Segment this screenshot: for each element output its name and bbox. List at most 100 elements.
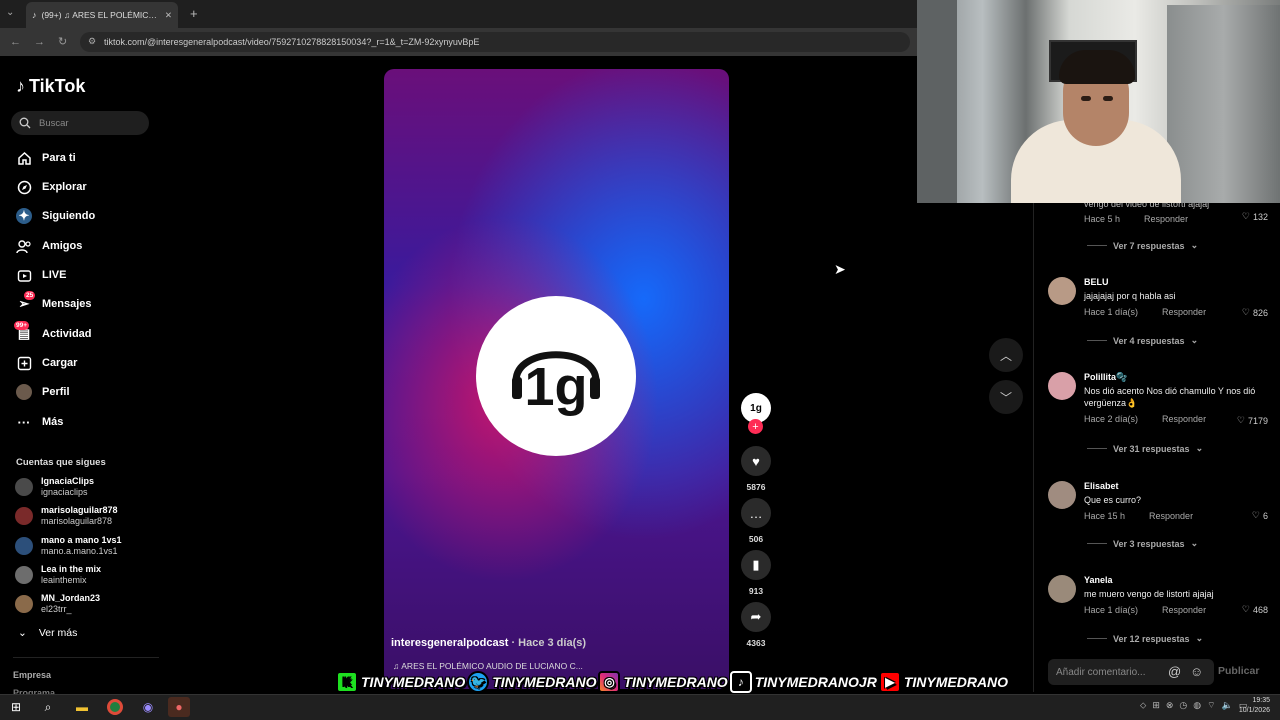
youtube-handle-text: TINYMEDRANO — [903, 674, 1009, 690]
tray-icon[interactable]: ⬦ — [1140, 700, 1146, 711]
following-account[interactable]: MN_Jordan23 el23trr_ — [15, 593, 100, 615]
nav-item-explorar[interactable]: Explorar — [16, 177, 87, 197]
comment-user[interactable]: BELU — [1084, 277, 1274, 288]
nav-item-perfil[interactable]: Perfil — [16, 382, 70, 402]
following-account[interactable]: mano a mano 1vs1 mano.a.mano.1vs1 — [15, 535, 122, 557]
account-name: Lea in the mix — [41, 564, 102, 574]
activity-badge: 99+ — [14, 321, 30, 330]
messages-badge: 25 — [24, 291, 36, 300]
following-account[interactable]: Lea in the mix leainthemix — [15, 564, 101, 586]
reply-button[interactable]: Responder — [1162, 605, 1206, 615]
view-replies-button[interactable]: Ver 7 respuestas ⌄ — [1087, 240, 1198, 251]
mention-icon[interactable]: @ — [1168, 664, 1181, 679]
avatar[interactable] — [1048, 575, 1076, 603]
next-video-button[interactable]: ﹀ — [989, 380, 1023, 414]
profile-icon — [16, 384, 32, 400]
follow-plus-icon[interactable]: + — [748, 419, 763, 434]
account-name: mano a mano 1vs1 — [41, 535, 122, 545]
obs-icon[interactable]: ● — [168, 697, 190, 717]
taskbar-clock[interactable]: 19:35 10/1/2026 — [1232, 696, 1270, 716]
comment-button[interactable]: … 506 — [741, 498, 771, 544]
comment-user[interactable]: Polillita🫧 — [1084, 372, 1274, 383]
avatar[interactable] — [1048, 372, 1076, 400]
kick-handle-text: TINYMEDRANO — [361, 674, 466, 690]
emoji-icon[interactable]: ☺ — [1190, 664, 1203, 679]
tray-icon[interactable]: ⊞ — [1152, 700, 1160, 711]
nav-item-mas[interactable]: ··· Más — [16, 412, 64, 432]
tiktok-logo[interactable]: ♪ TikTok — [16, 76, 85, 97]
following-account[interactable]: IgnaciaClips ignaciaclips — [15, 476, 94, 498]
search-icon[interactable]: ⌕ — [37, 697, 59, 717]
chrome-icon[interactable] — [107, 699, 123, 715]
comment-like-button[interactable]: ♡ 468 — [1242, 604, 1268, 615]
reply-button[interactable]: Responder — [1144, 214, 1188, 224]
forward-icon[interactable]: → — [34, 36, 45, 48]
search-input[interactable]: Buscar — [11, 111, 149, 135]
browser-tab[interactable]: ♪ (99+) ♫ ARES EL POLÉMICO AUDIO DE ✕ — [26, 2, 178, 28]
publish-button[interactable]: Publicar — [1218, 665, 1259, 677]
nav-label: LIVE — [42, 269, 67, 281]
address-bar[interactable]: ⚙ tiktok.com/@interesgeneralpodcast/vide… — [80, 32, 910, 52]
file-explorer-icon[interactable]: ▬ — [71, 697, 93, 717]
share-icon: ➦ — [741, 602, 771, 632]
account-handle: ignaciaclips — [41, 487, 88, 497]
nav-item-siguiendo[interactable]: ✦ Siguiendo — [16, 206, 95, 226]
like-button[interactable]: ♥ 5876 — [741, 446, 771, 492]
compass-icon — [16, 179, 32, 195]
comment-input[interactable]: Añadir comentario... @ ☺ — [1048, 659, 1214, 685]
tray-icon[interactable]: ◷ — [1179, 700, 1187, 711]
save-button[interactable]: ▮ 913 — [741, 550, 771, 596]
comment-like-button[interactable]: ♡ 7179 — [1237, 415, 1268, 426]
see-more-button[interactable]: ⌄ Ver más — [18, 627, 77, 639]
nav-item-live[interactable]: LIVE — [16, 265, 66, 285]
discord-icon[interactable]: ◉ — [137, 697, 159, 717]
comment-time: Hace 1 día(s) — [1084, 307, 1139, 317]
share-button[interactable]: ➦ 4363 — [741, 602, 771, 648]
comment-like-button[interactable]: ♡ 826 — [1242, 307, 1268, 318]
nav-item-cargar[interactable]: Cargar — [16, 353, 77, 373]
comment-user[interactable]: Yanela — [1084, 575, 1274, 586]
view-replies-button[interactable]: Ver 12 respuestas ⌄ — [1087, 633, 1203, 644]
nav-item-amigos[interactable]: Amigos — [16, 236, 82, 256]
reload-icon[interactable]: ↻ — [58, 35, 67, 48]
comment-like-button[interactable]: ♡ 132 — [1242, 211, 1268, 222]
chevron-down-icon: ⌄ — [1190, 538, 1199, 548]
comment-time: Hace 15 h — [1084, 511, 1126, 521]
search-icon — [19, 117, 31, 129]
view-replies-button[interactable]: Ver 3 respuestas ⌄ — [1087, 538, 1198, 549]
previous-video-button[interactable]: ︿ — [989, 338, 1023, 372]
nav-item-actividad[interactable]: ▤ 99+ Actividad — [14, 321, 92, 344]
reply-button[interactable]: Responder — [1162, 414, 1206, 424]
avatar[interactable] — [1048, 481, 1076, 509]
heart-outline-icon: ♡ — [1241, 604, 1250, 614]
view-replies-button[interactable]: Ver 4 respuestas ⌄ — [1087, 335, 1198, 346]
comment-like-button[interactable]: ♡ 6 — [1252, 510, 1268, 521]
back-icon[interactable]: ← — [10, 36, 21, 48]
tiktok-handle-text: TINYMEDRANOJR — [754, 674, 877, 690]
nav-item-mensajes[interactable]: ➢ 25 Mensajes — [16, 291, 92, 314]
avatar[interactable] — [1048, 277, 1076, 305]
footer-company-link[interactable]: Empresa — [13, 670, 51, 680]
reply-button[interactable]: Responder — [1162, 307, 1206, 317]
new-tab-icon[interactable]: + — [190, 6, 198, 21]
comment-user[interactable]: Elisabet — [1084, 481, 1274, 492]
avatar — [15, 507, 33, 525]
following-account[interactable]: marisolaguilar878 marisolaguilar878 — [15, 505, 118, 527]
chevron-down-icon: ﹀ — [999, 390, 1012, 405]
tray-icon[interactable]: ⊗ — [1166, 700, 1174, 711]
nav-item-para-ti[interactable]: Para ti — [16, 148, 76, 168]
view-replies-button[interactable]: Ver 31 respuestas ⌄ — [1087, 443, 1203, 454]
wifi-icon[interactable]: ⌔ — [1207, 700, 1215, 711]
tray-icon[interactable]: ◍ — [1193, 700, 1201, 711]
tiktok-icon: ♪ — [729, 671, 752, 693]
comment-time: Hace 1 día(s) — [1084, 605, 1139, 615]
close-tab-icon[interactable]: ✕ — [165, 10, 172, 21]
nav-label: Cargar — [42, 357, 78, 369]
comment-likes: 6 — [1262, 510, 1268, 521]
tab-list-icon[interactable]: ⌄ — [6, 7, 14, 18]
video-author[interactable]: interesgeneralpodcast · Hace 3 día(s) — [391, 637, 586, 649]
start-icon[interactable]: ⊞ — [5, 697, 27, 717]
reply-button[interactable]: Responder — [1149, 511, 1193, 521]
chevron-down-icon: ⌄ — [18, 627, 27, 639]
site-info-icon[interactable]: ⚙ — [88, 36, 96, 47]
